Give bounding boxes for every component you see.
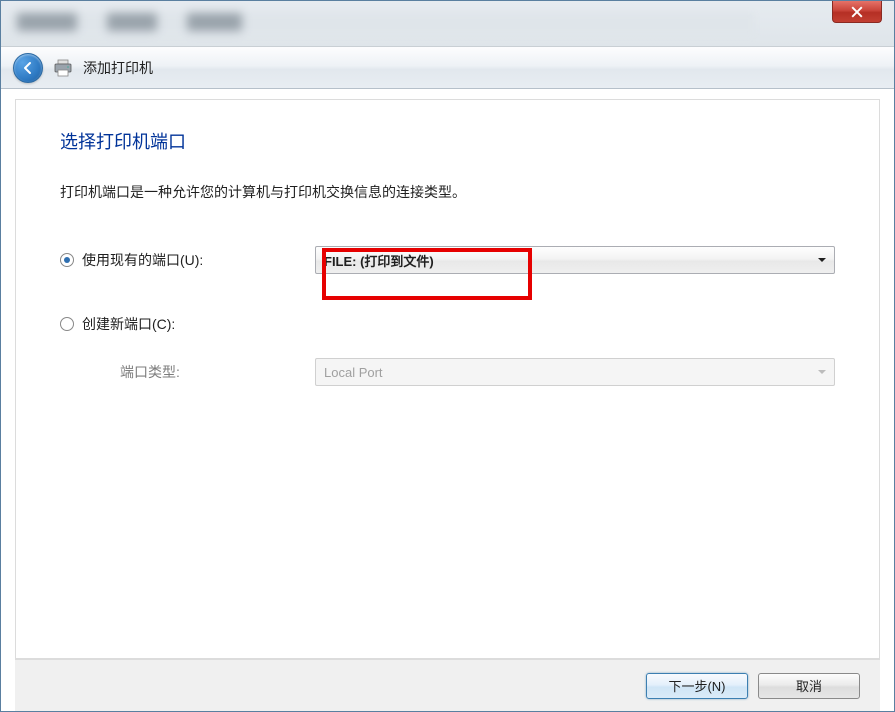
select-existing-port-value: FILE: (打印到文件) [324, 251, 434, 270]
page-description: 打印机端口是一种允许您的计算机与打印机交换信息的连接类型。 [60, 182, 835, 202]
printer-icon [53, 59, 73, 77]
select-existing-port[interactable]: FILE: (打印到文件) [315, 246, 835, 274]
label-use-existing-port: 使用现有的端口(U): [82, 250, 203, 270]
label-create-new-port: 创建新端口(C): [82, 314, 175, 334]
add-printer-wizard-window: 添加打印机 选择打印机端口 打印机端口是一种允许您的计算机与打印机交换信息的连接… [0, 0, 895, 712]
back-button[interactable] [13, 53, 43, 83]
content-panel: 选择打印机端口 打印机端口是一种允许您的计算机与打印机交换信息的连接类型。 使用… [15, 99, 880, 659]
radio-use-existing-port[interactable] [60, 253, 74, 267]
option-create-new-port-row: 创建新端口(C): [60, 306, 835, 342]
titlebar-blur-area [11, 13, 754, 35]
option-use-existing-port-row: 使用现有的端口(U): FILE: (打印到文件) [60, 242, 835, 278]
wizard-header: 添加打印机 [1, 47, 894, 89]
close-icon [851, 6, 863, 18]
wizard-footer: 下一步(N) 取消 [15, 659, 880, 711]
close-button[interactable] [832, 1, 882, 23]
content-wrap: 选择打印机端口 打印机端口是一种允许您的计算机与打印机交换信息的连接类型。 使用… [1, 89, 894, 711]
select-port-type: Local Port [315, 358, 835, 386]
chevron-down-icon [818, 370, 826, 374]
select-port-type-value: Local Port [324, 365, 383, 380]
chevron-down-icon [818, 258, 826, 262]
titlebar [1, 1, 894, 47]
next-button[interactable]: 下一步(N) [646, 673, 748, 699]
port-type-row: 端口类型: Local Port [60, 354, 835, 390]
cancel-button[interactable]: 取消 [758, 673, 860, 699]
radio-create-new-port[interactable] [60, 317, 74, 331]
page-heading: 选择打印机端口 [60, 128, 835, 154]
arrow-left-icon [20, 60, 36, 76]
wizard-title: 添加打印机 [83, 58, 153, 78]
label-port-type: 端口类型: [60, 362, 315, 382]
